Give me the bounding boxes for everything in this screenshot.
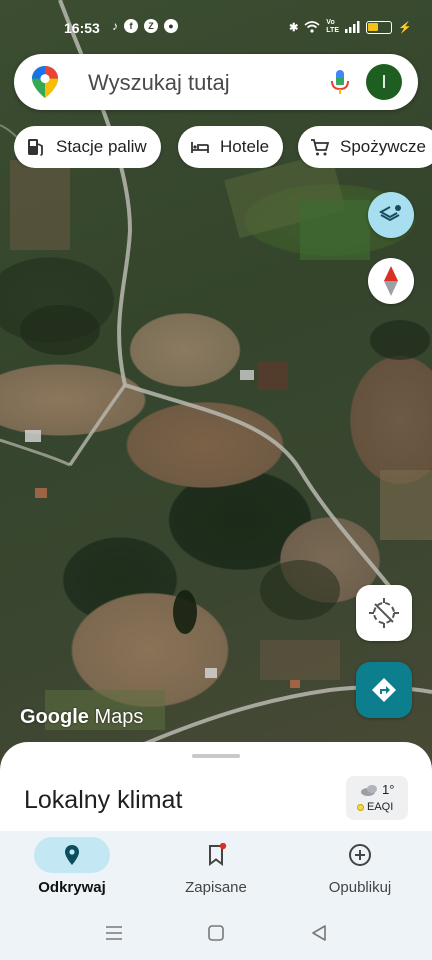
sheet-drag-handle[interactable] (192, 754, 240, 758)
location-pin-icon (65, 845, 79, 865)
category-chips: Stacje paliw Hotele Spożywcze (14, 126, 432, 168)
status-right-icons: ✱ Vo LTE ⚡ (289, 19, 412, 35)
bluetooth-icon: ✱ (289, 21, 299, 34)
search-bar[interactable]: Wyszukaj tutaj I (14, 54, 418, 110)
gas-station-icon (28, 139, 43, 156)
google-wordmark: Google (20, 706, 89, 728)
compass-icon (384, 266, 398, 296)
system-navigation-bar (0, 907, 432, 960)
chip-label: Spożywcze (340, 137, 426, 156)
battery-icon (366, 20, 393, 34)
layers-icon (379, 205, 401, 222)
chip-gas-stations[interactable]: Stacje paliw (14, 126, 161, 168)
nav-saved[interactable]: Zapisane (144, 831, 288, 907)
search-input[interactable]: Wyszukaj tutaj (88, 70, 230, 96)
chip-groceries[interactable]: Spożywcze (298, 126, 432, 168)
chrome-icon: ● (164, 19, 178, 33)
nav-label: Odkrywaj (38, 879, 106, 896)
directions-button[interactable] (356, 662, 412, 718)
tiktok-icon: ♪ (112, 19, 118, 33)
status-time: 16:53 (64, 20, 100, 36)
aqi-dot-icon (357, 804, 364, 811)
google-maps-attribution: Google Maps (20, 706, 143, 729)
aqi-label: EAQI (367, 801, 394, 813)
nav-label: Zapisane (185, 879, 247, 896)
bottom-navigation: Odkrywaj Zapisane Opublikuj (0, 831, 432, 907)
weather-card[interactable]: 1° EAQI (346, 776, 408, 820)
add-circle-icon (349, 844, 371, 866)
cloud-icon (361, 785, 377, 796)
nav-explore[interactable]: Odkrywaj (0, 831, 144, 907)
signal-icon (345, 21, 360, 33)
chip-label: Stacje paliw (56, 137, 147, 156)
google-maps-pin-icon (32, 66, 58, 98)
bottom-sheet[interactable]: Lokalny klimat 1° EAQI (0, 742, 432, 832)
layers-button[interactable] (368, 192, 414, 238)
maps-wordmark: Maps (94, 706, 144, 728)
back-icon[interactable] (310, 924, 328, 942)
menu-icon[interactable] (104, 925, 124, 941)
cart-icon (311, 139, 330, 156)
weather-temperature: 1° (382, 782, 395, 797)
wifi-icon (304, 21, 320, 33)
chip-label: Hotele (220, 137, 270, 156)
chip-hotels[interactable]: Hotele (178, 126, 284, 168)
my-location-button[interactable] (356, 585, 412, 641)
charging-icon: ⚡ (398, 21, 412, 34)
directions-icon (372, 678, 396, 702)
compass-button[interactable] (368, 258, 414, 304)
nav-label: Opublikuj (328, 879, 392, 896)
status-bar: 16:53 ♪ f Z ● ✱ Vo LTE ⚡ (0, 0, 432, 52)
bed-icon (191, 142, 209, 153)
sheet-title: Lokalny klimat (24, 786, 183, 814)
microphone-icon[interactable] (328, 68, 352, 96)
zalando-icon: Z (144, 19, 158, 33)
location-disabled-icon (369, 598, 399, 628)
status-left-icons: ♪ f Z ● (112, 19, 178, 33)
home-icon[interactable] (207, 924, 225, 942)
nav-contribute[interactable]: Opublikuj (288, 831, 432, 907)
facebook-icon: f (124, 19, 138, 33)
bookmark-icon (209, 843, 227, 866)
volte-icon: Vo LTE (326, 19, 339, 34)
account-avatar[interactable]: I (366, 64, 402, 100)
